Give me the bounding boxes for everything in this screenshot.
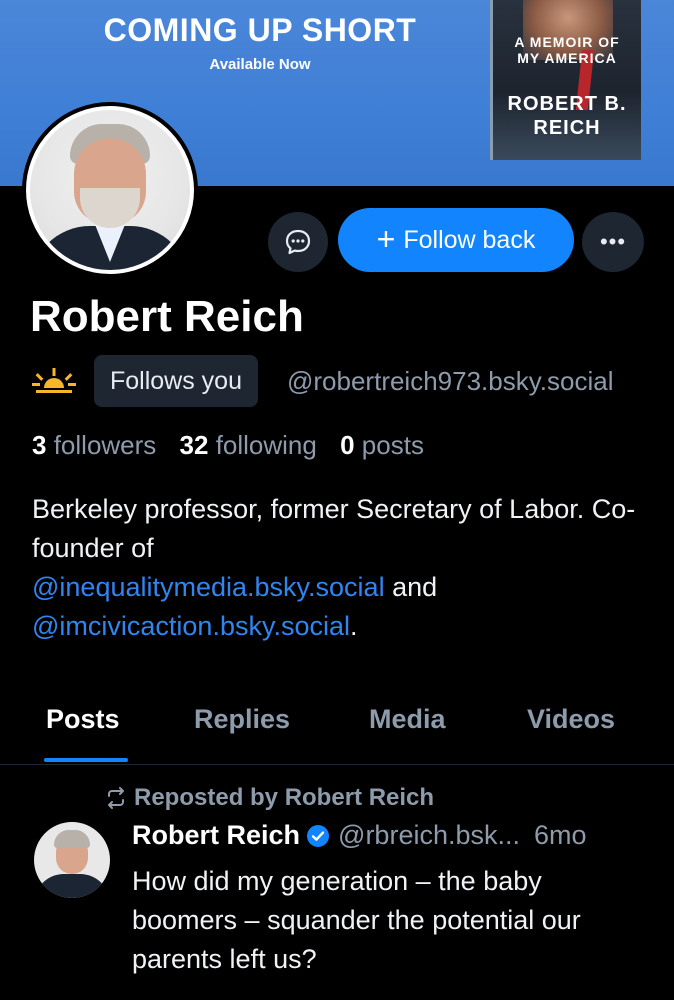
book-cover-subtitle: A MEMOIR OF MY AMERICA xyxy=(493,34,641,66)
followers-link[interactable]: 3 followers xyxy=(32,430,156,460)
profile-avatar[interactable] xyxy=(22,102,198,278)
verified-badge-icon xyxy=(306,824,330,848)
profile-bio: Berkeley professor, former Secretary of … xyxy=(32,490,642,646)
bio-text-3: . xyxy=(350,611,358,641)
post-avatar-hair xyxy=(54,830,90,848)
bio-text-2: and xyxy=(392,572,438,602)
bio-text-1: Berkeley professor, former Secretary of … xyxy=(32,494,636,563)
following-count: 32 xyxy=(179,430,209,460)
posts-count: 0 xyxy=(340,430,355,460)
plus-icon: + xyxy=(376,220,396,257)
message-button[interactable] xyxy=(268,212,328,272)
book-cover-image: A MEMOIR OF MY AMERICA ROBERT B. REICH xyxy=(490,0,641,160)
banner-subtitle: Available Now xyxy=(209,56,311,73)
post-author-handle[interactable]: @rbreich.bsk... xyxy=(338,820,520,851)
repost-indicator[interactable]: Reposted by Robert Reich xyxy=(104,784,434,812)
more-options-button[interactable]: ••• xyxy=(582,212,644,272)
follow-back-label: Follow back xyxy=(403,225,536,254)
repost-label: Reposted by Robert Reich xyxy=(134,784,435,811)
post-author-name[interactable]: Robert Reich xyxy=(132,820,300,851)
book-author-line-1: ROBERT B. xyxy=(507,93,627,115)
followers-count: 3 xyxy=(32,430,47,460)
post-header: Robert Reich @rbreich.bsk... 6mo xyxy=(132,820,652,851)
follow-back-button[interactable]: + Follow back xyxy=(338,208,574,272)
posts-stat: 0 posts xyxy=(340,430,424,460)
follows-you-badge: Follows you xyxy=(94,355,258,407)
following-link[interactable]: 32 following xyxy=(180,430,317,460)
tab-videos[interactable]: Videos xyxy=(527,704,615,735)
profile-display-name: Robert Reich xyxy=(30,292,304,341)
repost-icon xyxy=(108,787,124,809)
book-line-1: A MEMOIR OF xyxy=(514,34,620,50)
book-cover-author: ROBERT B. REICH xyxy=(493,92,641,140)
post-author-avatar[interactable] xyxy=(34,822,110,898)
ellipsis-icon: ••• xyxy=(599,229,627,254)
banner-title: COMING UP SHORT xyxy=(103,12,417,48)
avatar-beard xyxy=(80,188,140,228)
chat-bubble-icon xyxy=(285,229,311,255)
profile-stats: 3 followers 32 following 0 posts xyxy=(32,430,424,461)
avatar-photo xyxy=(30,110,190,270)
following-label: following xyxy=(215,430,317,460)
post-timestamp[interactable]: 6mo xyxy=(534,820,587,851)
posts-label: posts xyxy=(361,430,424,460)
post-text: How did my generation – the baby boomers… xyxy=(132,866,581,974)
sun-icon xyxy=(32,368,76,393)
post-avatar-suit xyxy=(34,874,110,898)
followers-label: followers xyxy=(53,430,157,460)
tab-replies[interactable]: Replies xyxy=(194,704,290,735)
bio-mention-link-2[interactable]: @imcivicaction.bsky.social xyxy=(32,611,350,641)
book-author-line-2: REICH xyxy=(533,117,601,139)
tab-media[interactable]: Media xyxy=(369,704,446,735)
book-line-2: MY AMERICA xyxy=(517,50,617,66)
active-tab-indicator xyxy=(44,758,128,762)
profile-tabs: Posts Replies Media Videos xyxy=(0,700,674,765)
tab-posts[interactable]: Posts xyxy=(46,704,120,735)
profile-handle: @robertreich973.bsky.social xyxy=(287,366,614,396)
bio-mention-link-1[interactable]: @inequalitymedia.bsky.social xyxy=(32,572,385,602)
